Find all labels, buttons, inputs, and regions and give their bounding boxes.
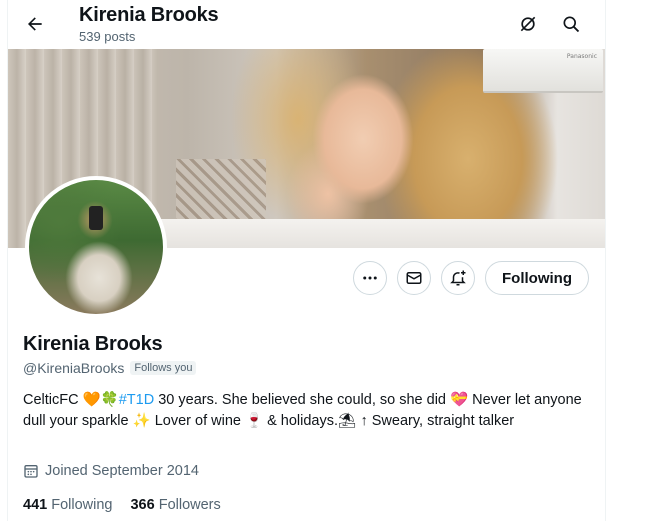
message-icon [406, 272, 422, 284]
profile-bio: CelticFC 🧡🍀#T1D 30 years. She believed s… [23, 390, 583, 431]
post-count: 539 posts [79, 29, 136, 44]
bio-emoji: ⛱ [338, 412, 357, 429]
profile-column: Kirenia Brooks 539 posts Panasonic Follo… [7, 0, 606, 521]
ac-brand: Panasonic [566, 53, 597, 60]
more-icon [363, 276, 377, 280]
back-button[interactable] [21, 10, 49, 38]
handle-row: @KireniaBrooks Follows you [23, 360, 197, 376]
bio-emoji: 💝 [450, 392, 469, 408]
grok-icon [520, 16, 536, 32]
following-label: Following [51, 497, 113, 513]
following-button[interactable]: Following [485, 261, 589, 295]
notify-button[interactable] [441, 261, 475, 295]
followers-count: 366 [130, 497, 155, 513]
banner-air-conditioner: Panasonic [483, 49, 603, 93]
bio-text: ↑ Sweary, straight talker [360, 412, 515, 429]
follows-you-badge: Follows you [130, 361, 197, 375]
followers-link[interactable]: 366 Followers [130, 497, 220, 513]
bio-emoji: ✨ [132, 412, 151, 429]
bio-hashtag-link[interactable]: #T1D [119, 392, 154, 408]
avatar-phone [89, 206, 103, 230]
follow-stats: 441 Following 366 Followers [23, 497, 221, 513]
message-button[interactable] [397, 261, 431, 295]
bio-emoji: 🧡🍀 [82, 392, 119, 408]
joined-text: Joined September 2014 [45, 463, 199, 479]
profile-handle: @KireniaBrooks [23, 360, 125, 376]
arrow-left-icon [28, 17, 42, 31]
grok-button[interactable] [514, 10, 542, 38]
profile-name: Kirenia Brooks [23, 333, 163, 355]
avatar[interactable] [25, 176, 167, 318]
followers-label: Followers [158, 497, 221, 513]
following-link[interactable]: 441 Following [23, 497, 112, 513]
bio-text: & holidays. [263, 412, 339, 429]
banner-bedsheet [158, 219, 605, 248]
bell-plus-icon [450, 270, 466, 286]
search-icon [563, 16, 580, 33]
top-bar: Kirenia Brooks 539 posts [8, 0, 605, 48]
bio-text: CelticFC [23, 392, 83, 408]
header-title: Kirenia Brooks [79, 4, 219, 26]
search-button[interactable] [557, 10, 585, 38]
joined-date: Joined September 2014 [23, 463, 199, 479]
following-count: 441 [23, 497, 48, 513]
bio-text: Lover of wine [150, 412, 245, 429]
bio-emoji: 🍷 [244, 412, 264, 429]
more-button[interactable] [353, 261, 387, 295]
bio-text: 30 years. She believed she could, so she… [154, 392, 451, 408]
calendar-icon [23, 463, 39, 479]
